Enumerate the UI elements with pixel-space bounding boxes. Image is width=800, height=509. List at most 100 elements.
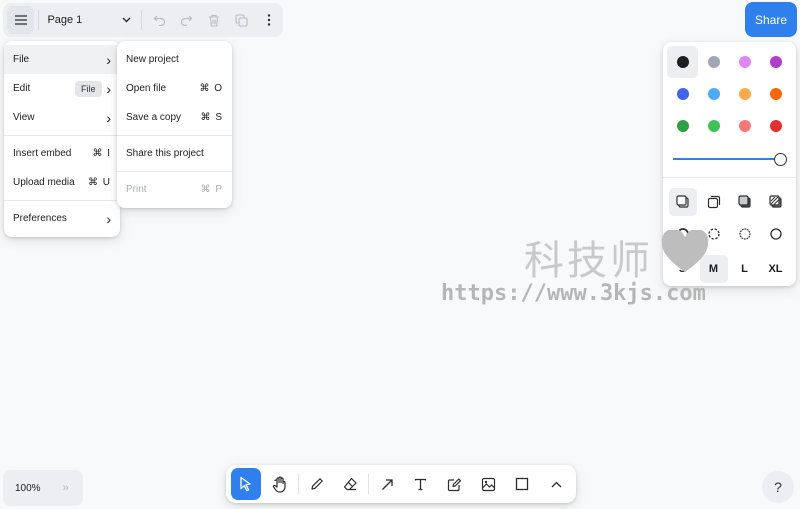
color-swatch[interactable] <box>667 46 698 78</box>
hand-tool-button[interactable] <box>264 468 295 500</box>
chevron-right-icon: › <box>106 80 111 97</box>
menu-item-file[interactable]: File › <box>4 45 120 74</box>
watermark-text: 科技师 <box>524 238 653 284</box>
rectangle-icon <box>516 477 529 491</box>
zoom-control[interactable]: 100% » <box>3 470 83 506</box>
chevron-up-icon <box>551 481 562 487</box>
draw-tool-button[interactable] <box>301 468 332 500</box>
eraser-icon <box>343 477 357 491</box>
shortcut-label: ⌘ I <box>92 148 111 159</box>
color-swatch[interactable] <box>760 78 791 110</box>
cursor-icon <box>240 476 251 492</box>
toolbar-divider <box>368 474 370 494</box>
shortcut-label: ⌘ O <box>199 83 223 94</box>
note-tool-button[interactable] <box>439 468 470 500</box>
tooltip: File <box>75 81 102 97</box>
top-bar: Page 1 <box>3 3 283 37</box>
bottom-toolbar <box>226 465 576 503</box>
shortcut-label: ⌘ S <box>200 112 223 123</box>
more-button[interactable] <box>256 6 283 34</box>
share-button[interactable]: Share <box>745 2 797 37</box>
page-label: Page 1 <box>47 14 83 26</box>
menu-item-label: Share this project <box>126 148 204 159</box>
menu-item-insert-embed[interactable]: Insert embed ⌘ I <box>4 139 120 168</box>
more-vertical-icon <box>268 14 271 26</box>
menu-item-open-file[interactable]: Open file ⌘ O <box>117 74 232 103</box>
note-icon <box>448 477 462 491</box>
main-menu: File › Edit › View › Insert embed ⌘ I Up… <box>4 41 120 237</box>
color-swatch[interactable] <box>667 78 698 110</box>
dash-dotted-button[interactable] <box>731 220 759 248</box>
expand-minimap-icon[interactable]: » <box>63 482 69 494</box>
opacity-slider[interactable] <box>673 153 787 166</box>
chevron-right-icon: › <box>106 210 111 227</box>
color-dot <box>769 56 782 68</box>
size-l-button[interactable]: L <box>731 255 759 283</box>
redo-button[interactable] <box>173 6 200 34</box>
slider-track <box>673 158 785 160</box>
duplicate-button[interactable] <box>228 6 255 34</box>
image-tool-button[interactable] <box>473 468 504 500</box>
menu-separator <box>117 171 232 172</box>
color-swatch[interactable] <box>760 46 791 78</box>
main-menu-button[interactable] <box>7 6 35 34</box>
more-tools-button[interactable] <box>541 468 572 500</box>
pencil-icon <box>310 478 323 490</box>
fill-pattern-icon <box>768 195 782 208</box>
menu-item-upload-media[interactable]: Upload media ⌘ U <box>4 168 120 197</box>
color-dot <box>707 56 720 68</box>
page-selector[interactable]: Page 1 <box>43 6 136 34</box>
color-swatch[interactable] <box>698 78 729 110</box>
hand-icon <box>272 475 286 493</box>
menu-item-preferences[interactable]: Preferences › <box>4 204 120 233</box>
menu-item-new-project[interactable]: New project <box>117 45 232 74</box>
menu-item-edit[interactable]: Edit › <box>4 74 120 103</box>
panel-separator <box>663 177 796 178</box>
shortcut-label: ⌘ U <box>88 177 111 188</box>
color-swatch[interactable] <box>729 110 760 142</box>
color-dot <box>738 120 751 132</box>
color-dot <box>738 56 751 68</box>
file-submenu: New project Open file ⌘ O Save a copy ⌘ … <box>117 41 232 208</box>
topbar-divider <box>38 10 40 30</box>
color-swatch[interactable] <box>698 46 729 78</box>
color-swatch[interactable] <box>729 46 760 78</box>
fill-none-button[interactable] <box>668 188 697 216</box>
color-dot <box>707 88 720 100</box>
color-dot <box>676 88 689 100</box>
menu-item-label: New project <box>126 54 179 65</box>
color-swatch[interactable] <box>729 78 760 110</box>
dash-solid-icon <box>769 228 782 240</box>
dash-solid-button[interactable] <box>762 220 790 248</box>
menu-item-save-copy[interactable]: Save a copy ⌘ S <box>117 103 232 132</box>
zoom-level: 100% <box>15 482 41 494</box>
color-swatch[interactable] <box>698 110 729 142</box>
help-button[interactable]: ? <box>762 471 794 503</box>
text-icon <box>415 478 427 490</box>
undo-button[interactable] <box>146 6 173 34</box>
rectangle-tool-button[interactable] <box>507 468 538 500</box>
menu-item-label: Open file <box>126 83 167 94</box>
color-swatch[interactable] <box>760 110 791 142</box>
slider-handle[interactable] <box>774 153 787 166</box>
watermark-url: https://www.3kjs.com <box>441 281 706 306</box>
fill-none-icon <box>675 195 689 208</box>
fill-semi-button[interactable] <box>700 188 728 216</box>
duplicate-icon <box>235 13 248 27</box>
trash-icon <box>209 14 220 27</box>
color-swatch[interactable] <box>667 110 698 142</box>
menu-item-share-project[interactable]: Share this project <box>117 139 232 168</box>
fill-solid-button[interactable] <box>731 188 759 216</box>
select-tool-button[interactable] <box>230 468 262 500</box>
size-xl-button[interactable]: XL <box>762 255 790 283</box>
delete-button[interactable] <box>201 6 228 34</box>
menu-item-label: Print <box>126 184 147 195</box>
menu-item-view[interactable]: View › <box>4 103 120 132</box>
color-dot <box>769 120 782 132</box>
menu-item-label: Insert embed <box>13 148 72 159</box>
menu-item-print[interactable]: Print ⌘ P <box>117 175 232 204</box>
eraser-tool-button[interactable] <box>335 468 366 500</box>
fill-pattern-button[interactable] <box>762 188 790 216</box>
text-tool-button[interactable] <box>406 468 437 500</box>
arrow-tool-button[interactable] <box>372 468 403 500</box>
